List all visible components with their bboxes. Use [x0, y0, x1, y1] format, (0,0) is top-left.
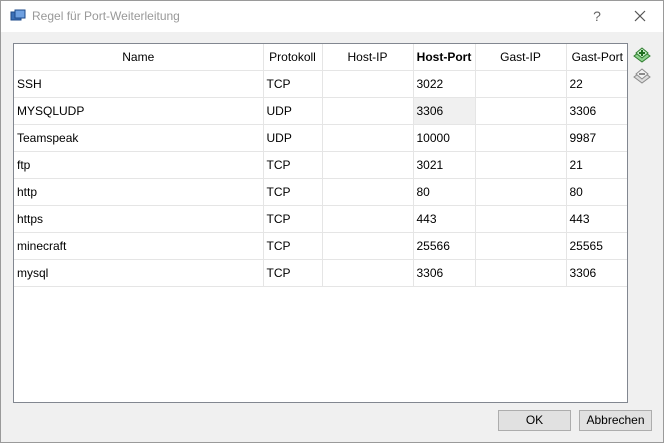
table-row[interactable]: minecraft TCP 25566 25565 [14, 232, 627, 260]
cell-protocol[interactable]: TCP [263, 232, 323, 260]
cell-protocol[interactable]: TCP [263, 259, 323, 287]
remove-rule-button[interactable] [633, 66, 651, 84]
cell-guest-ip[interactable] [475, 151, 567, 179]
table-row[interactable]: http TCP 80 80 [14, 178, 627, 206]
cell-guest-ip[interactable] [475, 97, 567, 125]
cell-protocol[interactable]: TCP [263, 205, 323, 233]
cell-host-port[interactable]: 3022 [413, 70, 476, 98]
cell-protocol[interactable]: UDP [263, 97, 323, 125]
cell-host-ip[interactable] [322, 151, 414, 179]
cell-guest-port[interactable]: 80 [566, 178, 627, 206]
cell-host-ip[interactable] [322, 97, 414, 125]
cell-host-port[interactable]: 3021 [413, 151, 476, 179]
rules-table-container[interactable]: Name Protokoll Host-IP Host-Port Gast-IP… [13, 43, 628, 403]
cell-host-port[interactable]: 80 [413, 178, 476, 206]
add-rule-icon [633, 47, 651, 63]
close-icon [634, 10, 646, 22]
cell-guest-port[interactable]: 9987 [566, 124, 627, 152]
cell-host-port[interactable]: 25566 [413, 232, 476, 260]
cell-guest-ip[interactable] [475, 70, 567, 98]
cell-guest-port[interactable]: 21 [566, 151, 627, 179]
cell-host-port[interactable]: 3306 [413, 97, 476, 125]
table-row[interactable]: SSH TCP 3022 22 [14, 70, 627, 98]
ok-button[interactable]: OK [498, 410, 571, 431]
cell-guest-port[interactable]: 22 [566, 70, 627, 98]
virtualbox-app-icon [10, 9, 26, 23]
cell-guest-ip[interactable] [475, 205, 567, 233]
cell-guest-port[interactable]: 443 [566, 205, 627, 233]
cell-host-port[interactable]: 443 [413, 205, 476, 233]
cell-guest-port[interactable]: 25565 [566, 232, 627, 260]
cell-host-ip[interactable] [322, 205, 414, 233]
cell-guest-port[interactable]: 3306 [566, 97, 627, 125]
cell-protocol[interactable]: TCP [263, 70, 323, 98]
cell-guest-ip[interactable] [475, 124, 567, 152]
cell-name[interactable]: minecraft [14, 232, 264, 260]
cell-name[interactable]: mysql [14, 259, 264, 287]
column-header-guest-ip[interactable]: Gast-IP [475, 44, 567, 71]
cancel-button[interactable]: Abbrechen [579, 410, 652, 431]
cell-host-ip[interactable] [322, 70, 414, 98]
column-header-host-port[interactable]: Host-Port [413, 44, 476, 71]
cell-guest-port[interactable]: 3306 [566, 259, 627, 287]
rules-table: Name Protokoll Host-IP Host-Port Gast-IP… [14, 44, 627, 287]
cell-host-port[interactable]: 3306 [413, 259, 476, 287]
port-forwarding-dialog: Regel für Port-Weiterleitung ? Name Prot… [0, 0, 664, 443]
help-button[interactable]: ? [586, 5, 608, 27]
cell-name[interactable]: ftp [14, 151, 264, 179]
table-row[interactable]: ftp TCP 3021 21 [14, 151, 627, 179]
cell-name[interactable]: SSH [14, 70, 264, 98]
add-rule-button[interactable] [633, 45, 651, 63]
cell-host-ip[interactable] [322, 178, 414, 206]
rule-toolbar [633, 45, 651, 87]
column-header-guest-port[interactable]: Gast-Port [566, 44, 627, 71]
remove-rule-icon [633, 68, 651, 84]
cell-guest-ip[interactable] [475, 259, 567, 287]
column-header-name[interactable]: Name [14, 44, 264, 71]
column-header-host-ip[interactable]: Host-IP [322, 44, 414, 71]
table-row[interactable]: https TCP 443 443 [14, 205, 627, 233]
table-row[interactable]: mysql TCP 3306 3306 [14, 259, 627, 287]
column-header-protocol[interactable]: Protokoll [263, 44, 323, 71]
title-bar: Regel für Port-Weiterleitung ? [1, 1, 663, 32]
cell-name[interactable]: https [14, 205, 264, 233]
cell-name[interactable]: MYSQLUDP [14, 97, 264, 125]
cell-name[interactable]: Teamspeak [14, 124, 264, 152]
cell-protocol[interactable]: UDP [263, 124, 323, 152]
close-button[interactable] [629, 5, 651, 27]
cell-host-ip[interactable] [322, 232, 414, 260]
cell-host-port[interactable]: 10000 [413, 124, 476, 152]
cell-guest-ip[interactable] [475, 178, 567, 206]
window-title: Regel für Port-Weiterleitung [32, 9, 180, 23]
cell-guest-ip[interactable] [475, 232, 567, 260]
table-header-row: Name Protokoll Host-IP Host-Port Gast-IP… [14, 44, 627, 71]
cell-name[interactable]: http [14, 178, 264, 206]
table-row[interactable]: MYSQLUDP UDP 3306 3306 [14, 97, 627, 125]
cell-protocol[interactable]: TCP [263, 151, 323, 179]
table-row[interactable]: Teamspeak UDP 10000 9987 [14, 124, 627, 152]
cell-protocol[interactable]: TCP [263, 178, 323, 206]
cell-host-ip[interactable] [322, 124, 414, 152]
cell-host-ip[interactable] [322, 259, 414, 287]
